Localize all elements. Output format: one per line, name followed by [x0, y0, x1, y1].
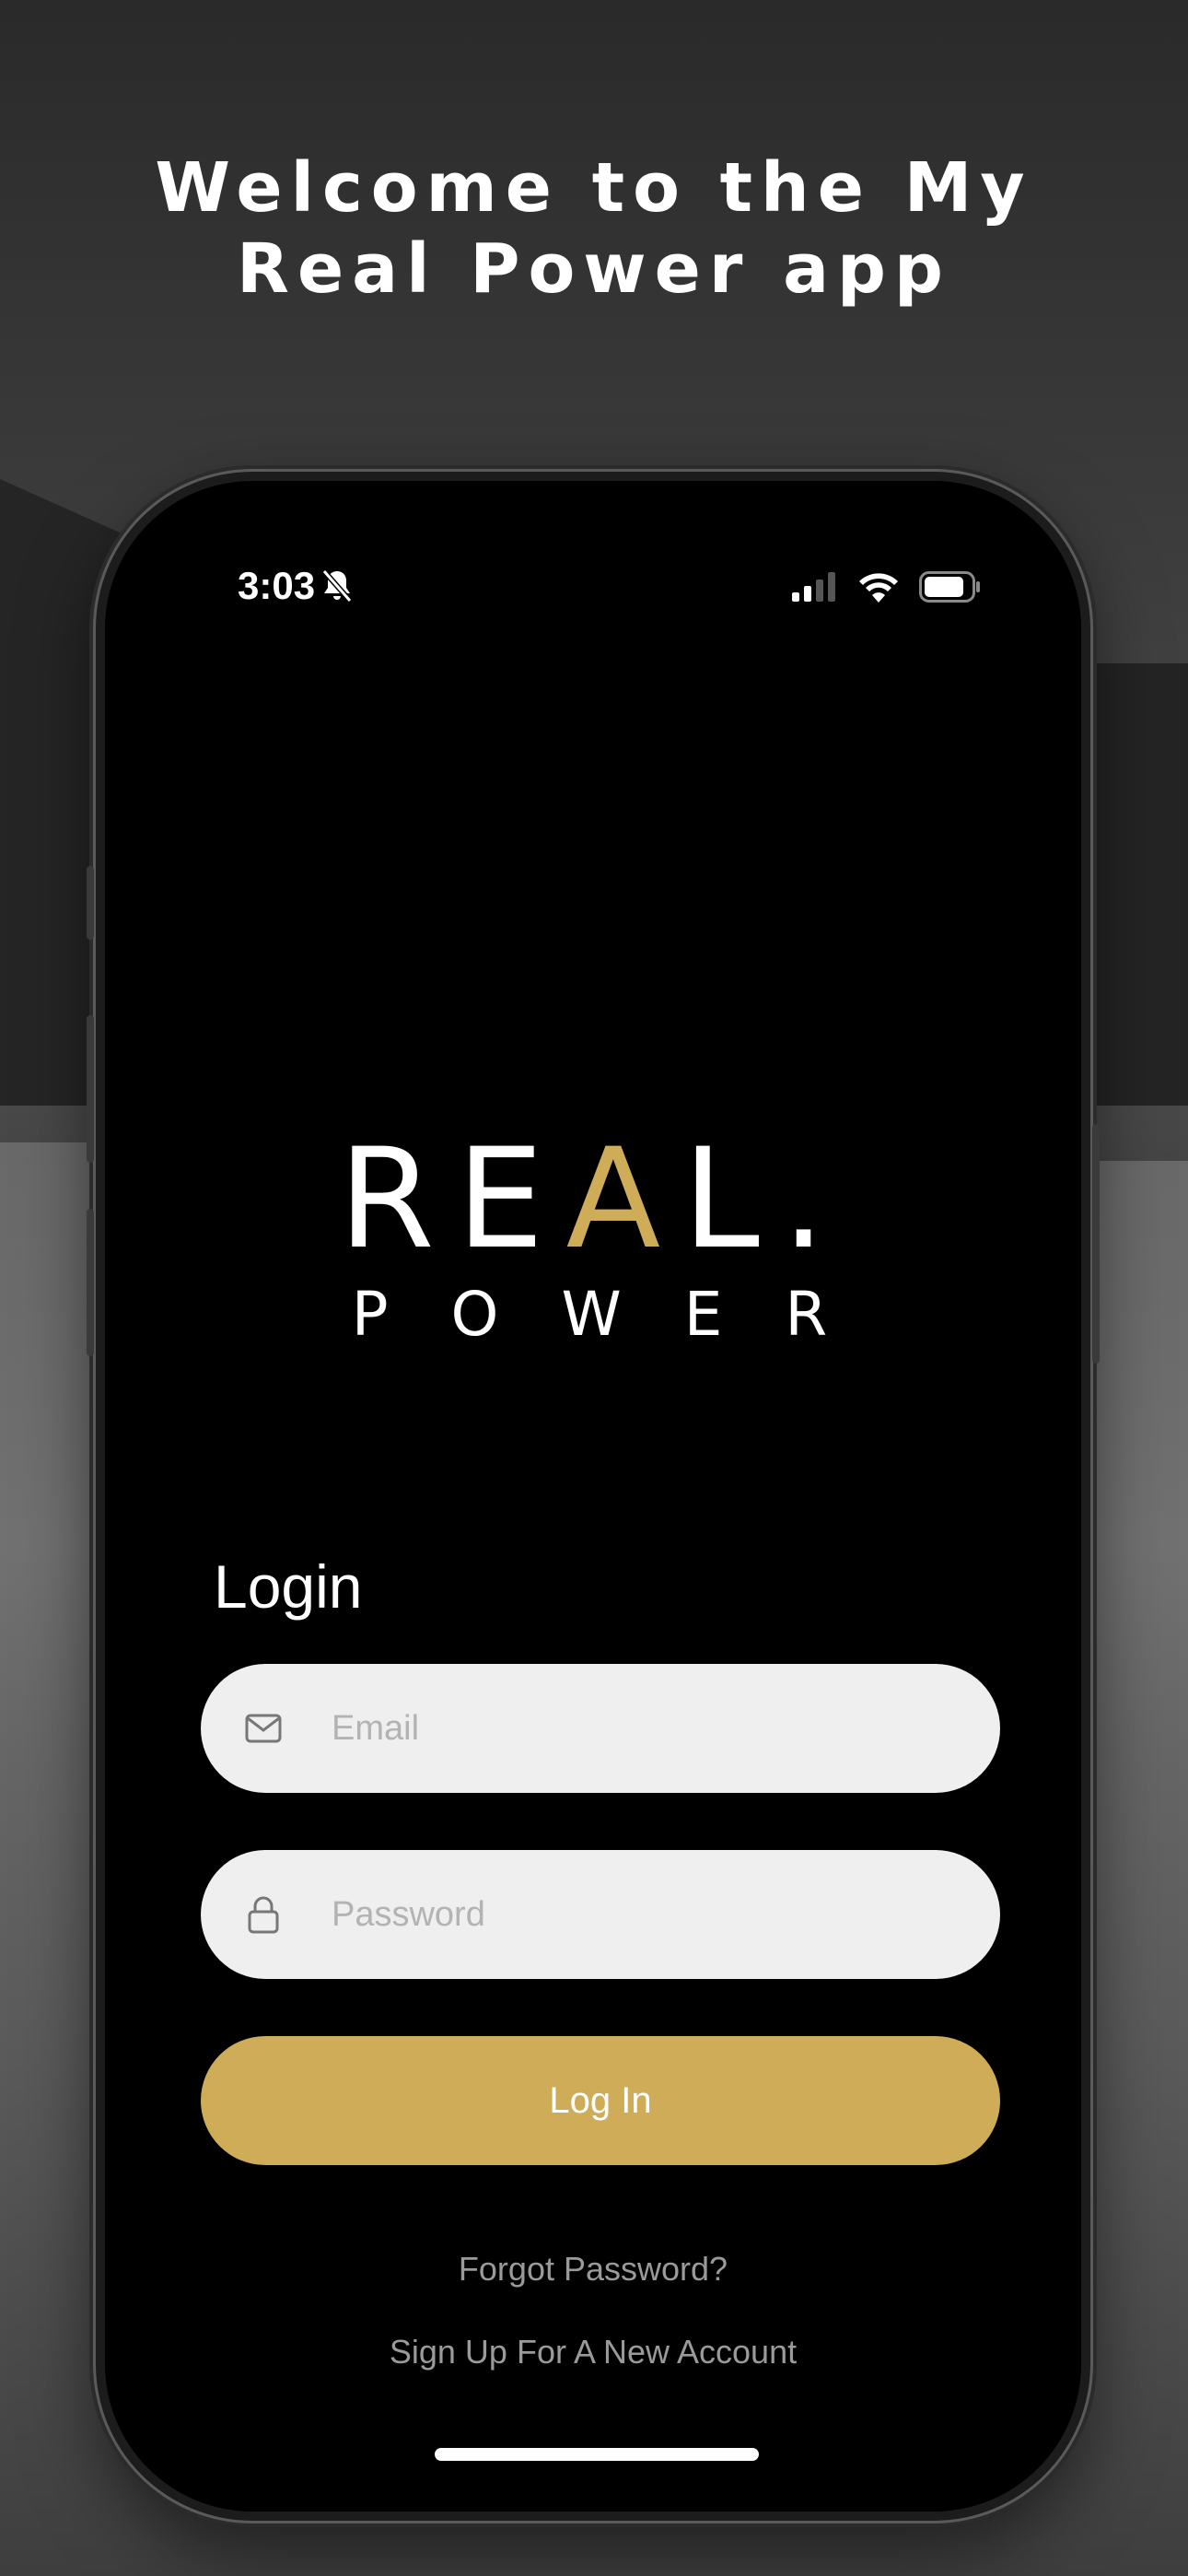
sign-up-link[interactable]: Sign Up For A New Account: [105, 2333, 1081, 2371]
logo-wordmark: REAL.: [105, 1126, 1081, 1273]
bell-slash-icon: [321, 569, 353, 603]
real-power-logo: REAL. POWER: [105, 1126, 1081, 1347]
promo-headline: Welcome to the My Real Power app: [0, 147, 1188, 310]
headline-line-2: Real Power app: [237, 229, 951, 309]
logo-subtitle: POWER: [351, 1279, 891, 1350]
email-field[interactable]: [201, 1664, 1000, 1793]
logo-wordmark-part-2: L.: [682, 1119, 848, 1280]
phone-frame: 3:03 REAL. POWER Login Email Log In Forg…: [87, 472, 1100, 2521]
password-field[interactable]: [201, 1850, 1000, 1979]
forgot-password-link[interactable]: Forgot Password?: [105, 2250, 1081, 2289]
login-button[interactable]: Log In: [201, 2036, 1000, 2165]
wifi-icon: [859, 573, 898, 603]
phone-volume-down: [87, 1209, 94, 1356]
logo-wordmark-part-1: RE: [338, 1119, 566, 1280]
phone-power-button: [1092, 1124, 1100, 1364]
battery-icon: [919, 571, 980, 603]
home-indicator[interactable]: [435, 2448, 759, 2461]
lock-icon: [245, 1895, 282, 1934]
status-icons: [792, 571, 982, 603]
login-title: Login: [214, 1552, 363, 1621]
password-input[interactable]: [330, 1893, 960, 1936]
status-time: 3:03: [238, 564, 354, 608]
status-time-text: 3:03: [238, 564, 316, 607]
phone-volume-up: [87, 1015, 94, 1163]
cellular-signal-icon: [792, 572, 835, 602]
logo-wordmark-accent: A: [565, 1119, 683, 1280]
headline-line-1: Welcome to the My: [155, 148, 1033, 228]
phone-silent-switch: [87, 866, 94, 940]
phone-screen: 3:03 REAL. POWER Login Email Log In Forg…: [105, 481, 1081, 2512]
envelope-icon: [245, 1714, 282, 1743]
email-input[interactable]: [330, 1707, 960, 1750]
